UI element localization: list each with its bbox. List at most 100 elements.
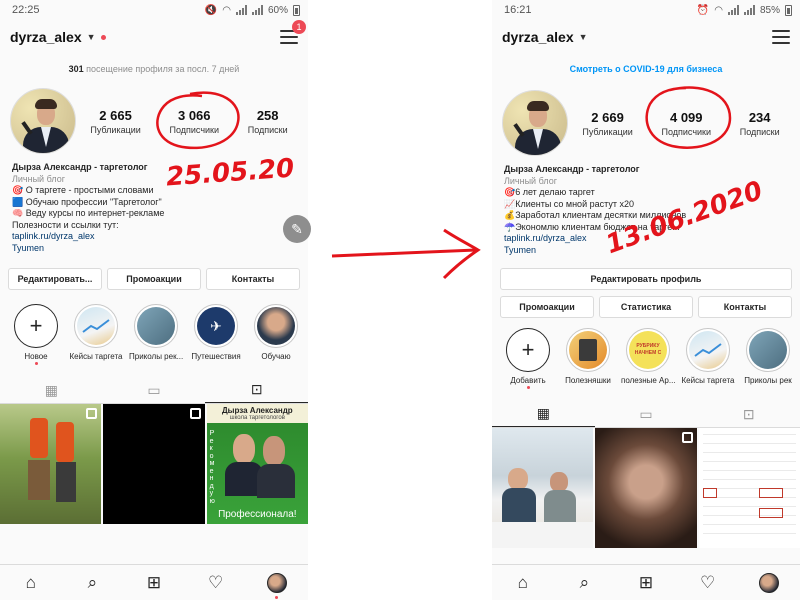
contacts-button[interactable]: Контакты — [206, 268, 300, 290]
post-caption-sub: школа таргетологов — [229, 415, 285, 421]
edit-pencil-icon[interactable]: ✎ — [283, 215, 311, 243]
story-new[interactable]: + Новое — [10, 304, 62, 365]
profile-stats: 2 669 Публикации 4 099 Подписчики 234 По… — [568, 110, 800, 137]
avatar[interactable] — [502, 90, 568, 156]
profile-stats: 2 665 Публикации 3 066 Подписчики 258 По… — [76, 108, 308, 135]
story-label: Приколы рек... — [129, 352, 183, 361]
story-label: Полезняшки — [565, 376, 611, 385]
story-highlight[interactable]: Обучаю — [250, 304, 302, 365]
account-switcher[interactable]: dyrza_alex ▼ — [10, 29, 106, 45]
book-thumbnail-icon — [569, 331, 607, 369]
grid-tab-icon[interactable]: ▦ — [0, 377, 103, 403]
post-caption-top: Дырза Александр — [221, 406, 293, 415]
post-thumbnail[interactable] — [0, 404, 102, 524]
profile-avatar-icon — [267, 572, 288, 593]
home-icon[interactable]: ⌂ — [509, 569, 537, 597]
signal-2-icon — [251, 5, 263, 15]
stat-number: 234 — [748, 109, 771, 125]
multi-post-icon — [189, 408, 201, 419]
stat-number: 4 099 — [669, 109, 703, 125]
story-highlight[interactable]: Кейсы таргета — [70, 304, 122, 365]
stat-following[interactable]: 258 Подписки — [248, 108, 288, 135]
stat-number: 2 669 — [591, 109, 624, 125]
notification-dot — [100, 34, 106, 40]
stat-posts[interactable]: 2 665 Публикации — [90, 108, 140, 135]
phone-thumbnail-icon — [137, 307, 175, 345]
profile-header: 2 669 Публикации 4 099 Подписчики 234 По… — [492, 90, 800, 156]
stat-followers[interactable]: 4 099 Подписчики — [662, 110, 712, 137]
stat-followers[interactable]: 3 066 Подписчики — [170, 108, 220, 135]
contacts-button[interactable]: Контакты — [698, 296, 792, 318]
story-label: полезные Ар... — [621, 376, 675, 385]
heart-icon[interactable]: ♡ — [694, 569, 722, 597]
plus-icon: + — [17, 307, 55, 345]
profile-nav[interactable] — [263, 569, 291, 599]
rubric-thumbnail-icon: РУБРИКУ НАЧНЕМ С — [629, 331, 667, 369]
promotions-button[interactable]: Промоакции — [500, 296, 594, 318]
chart-thumbnail-icon — [77, 307, 115, 345]
story-label: Путешествия — [191, 352, 241, 361]
bio-location[interactable]: Tyumen — [12, 243, 296, 255]
stat-following[interactable]: 234 Подписки — [740, 110, 780, 137]
post-thumbnail[interactable] — [103, 404, 205, 524]
story-new[interactable]: + Добавить — [502, 328, 554, 389]
insights-button[interactable]: Статистика — [599, 296, 693, 318]
story-highlight[interactable]: Кейсы таргета — [682, 328, 734, 389]
story-highlights: + Новое Кейсы таргета Приколы рек... ✈ П… — [0, 304, 308, 365]
plus-icon: + — [509, 331, 547, 369]
visits-count: 301 — [68, 64, 84, 74]
story-label: Приколы рек — [744, 376, 792, 385]
heart-icon[interactable]: ♡ — [202, 569, 230, 597]
bio-line: 🟦 Обучаю профессии "Таргетолог" — [12, 196, 162, 207]
story-highlight[interactable]: ✈ Путешествия — [190, 304, 242, 365]
story-highlight[interactable]: Приколы рек — [742, 328, 794, 389]
post-thumbnail[interactable] — [492, 428, 594, 548]
chevron-down-icon: ▼ — [578, 32, 588, 42]
post-thumbnail[interactable]: Дырза Александр школа таргетологов Реком… — [206, 404, 308, 524]
bio-link[interactable]: taplink.ru/dyrza_alex — [12, 231, 296, 243]
account-switcher[interactable]: dyrza_alex ▼ — [502, 29, 588, 45]
stat-posts[interactable]: 2 669 Публикации — [582, 110, 632, 137]
posts-grid: Дырза Александр школа таргетологов Реком… — [0, 404, 308, 524]
edit-profile-button[interactable]: Редактировать... — [8, 268, 102, 290]
profile-nav[interactable] — [755, 569, 783, 597]
profile-visits[interactable]: 301 посещение профиля за посл. 7 дней — [0, 64, 308, 78]
hamburger-menu-icon[interactable] — [772, 30, 790, 44]
tagged-tab-icon[interactable]: ⊡ — [205, 377, 308, 403]
edit-profile-button[interactable]: Редактировать профиль — [500, 268, 792, 290]
promotions-button[interactable]: Промоакции — [107, 268, 201, 290]
avatar[interactable] — [10, 88, 76, 154]
post-thumbnail[interactable] — [698, 428, 800, 548]
stat-label: Подписчики — [661, 126, 712, 137]
search-icon[interactable]: ⌕ — [570, 569, 598, 597]
username: dyrza_alex — [502, 29, 574, 45]
status-bar: 16:21 ⏰ ◠ 85% — [492, 0, 800, 20]
story-highlight[interactable]: Полезняшки — [562, 328, 614, 389]
app-bar: dyrza_alex ▼ 1 — [0, 20, 308, 54]
igtv-tab-icon[interactable]: ▭ — [595, 401, 698, 427]
hamburger-menu-icon[interactable]: 1 — [280, 20, 306, 44]
add-post-icon[interactable]: ⊞ — [140, 569, 168, 597]
app-bar: dyrza_alex ▼ — [492, 20, 800, 54]
igtv-tab-icon[interactable]: ▭ — [103, 377, 206, 403]
story-highlight[interactable]: Приколы рек... — [129, 304, 183, 365]
bio-name: Дырза Александр - таргетолог — [504, 164, 640, 174]
story-label: Добавить — [510, 376, 546, 385]
username: dyrza_alex — [10, 29, 82, 45]
post-thumbnail[interactable] — [595, 428, 697, 548]
tagged-tab-icon[interactable]: ⊡ — [697, 401, 800, 427]
covid-business-link[interactable]: Смотреть о COVID-19 для бизнеса — [492, 64, 800, 78]
phone-thumbnail-icon — [749, 331, 787, 369]
video-post-icon — [681, 432, 693, 443]
home-icon[interactable]: ⌂ — [17, 569, 45, 597]
grid-tab-icon[interactable]: ▦ — [492, 401, 595, 427]
story-highlight[interactable]: РУБРИКУ НАЧНЕМ С полезные Ар... — [621, 328, 675, 389]
stat-label: Публикации — [582, 126, 633, 137]
add-post-icon[interactable]: ⊞ — [632, 569, 660, 597]
post-vertical-text: Рекомендую — [209, 430, 215, 505]
chart-thumbnail-icon — [689, 331, 727, 369]
stat-label: Подписчики — [169, 124, 220, 135]
search-icon[interactable]: ⌕ — [78, 569, 106, 597]
signal-icon — [235, 5, 247, 15]
story-highlights: + Добавить Полезняшки РУБРИКУ НАЧНЕМ С по… — [492, 328, 800, 389]
